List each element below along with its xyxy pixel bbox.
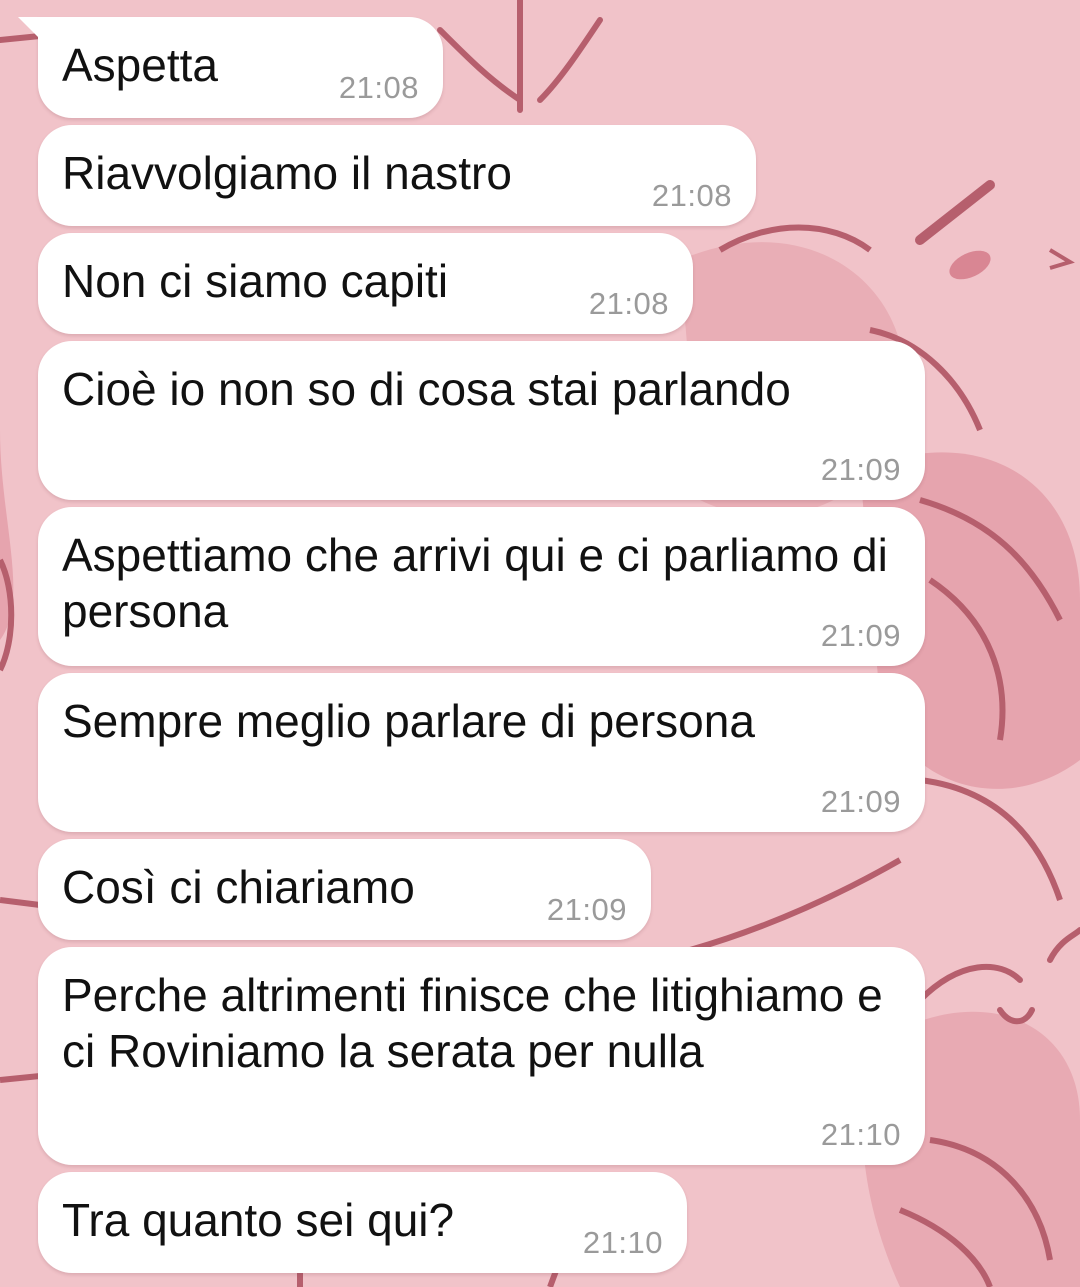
message-time: 21:09 — [546, 892, 627, 927]
message-bubble[interactable]: Aspettiamo che arrivi qui e ci parliamo … — [38, 507, 925, 666]
message-time: 21:08 — [588, 286, 669, 321]
message-bubble[interactable]: Sempre meglio parlare di persona 21:09 — [38, 673, 925, 832]
message-text: Così ci chiariamo — [62, 861, 415, 913]
message-time: 21:09 — [820, 452, 901, 487]
message-text: Perche altrimenti finisce che litighiamo… — [62, 969, 896, 1077]
message-time: 21:09 — [820, 618, 901, 653]
message-bubble[interactable]: Aspetta 21:08 — [18, 17, 443, 118]
bubble-tail — [18, 17, 40, 39]
chat-message-list[interactable]: Aspetta 21:08 Riavvolgiamo il nastro 21:… — [0, 0, 1080, 1287]
message-time: 21:08 — [338, 70, 419, 105]
message-time: 21:09 — [820, 784, 901, 819]
message-text: Riavvolgiamo il nastro — [62, 147, 512, 199]
message-bubble[interactable]: Perche altrimenti finisce che litighiamo… — [38, 947, 925, 1165]
message-bubble[interactable]: Così ci chiariamo 21:09 — [38, 839, 651, 940]
message-text: Non ci siamo capiti — [62, 255, 449, 307]
message-bubble[interactable]: Non ci siamo capiti 21:08 — [38, 233, 693, 334]
message-bubble[interactable]: Cioè io non so di cosa stai parlando 21:… — [38, 341, 925, 500]
message-time: 21:10 — [582, 1225, 663, 1260]
message-text: Sempre meglio parlare di persona — [62, 695, 755, 747]
message-text: Tra quanto sei qui? — [62, 1194, 455, 1246]
message-text: Cioè io non so di cosa stai parlando — [62, 363, 791, 415]
message-time: 21:08 — [651, 178, 732, 213]
message-text: Aspettiamo che arrivi qui e ci parliamo … — [62, 529, 901, 637]
message-bubble[interactable]: Riavvolgiamo il nastro 21:08 — [38, 125, 756, 226]
message-time: 21:10 — [820, 1117, 901, 1152]
message-bubble[interactable]: Tra quanto sei qui? 21:10 — [38, 1172, 687, 1273]
